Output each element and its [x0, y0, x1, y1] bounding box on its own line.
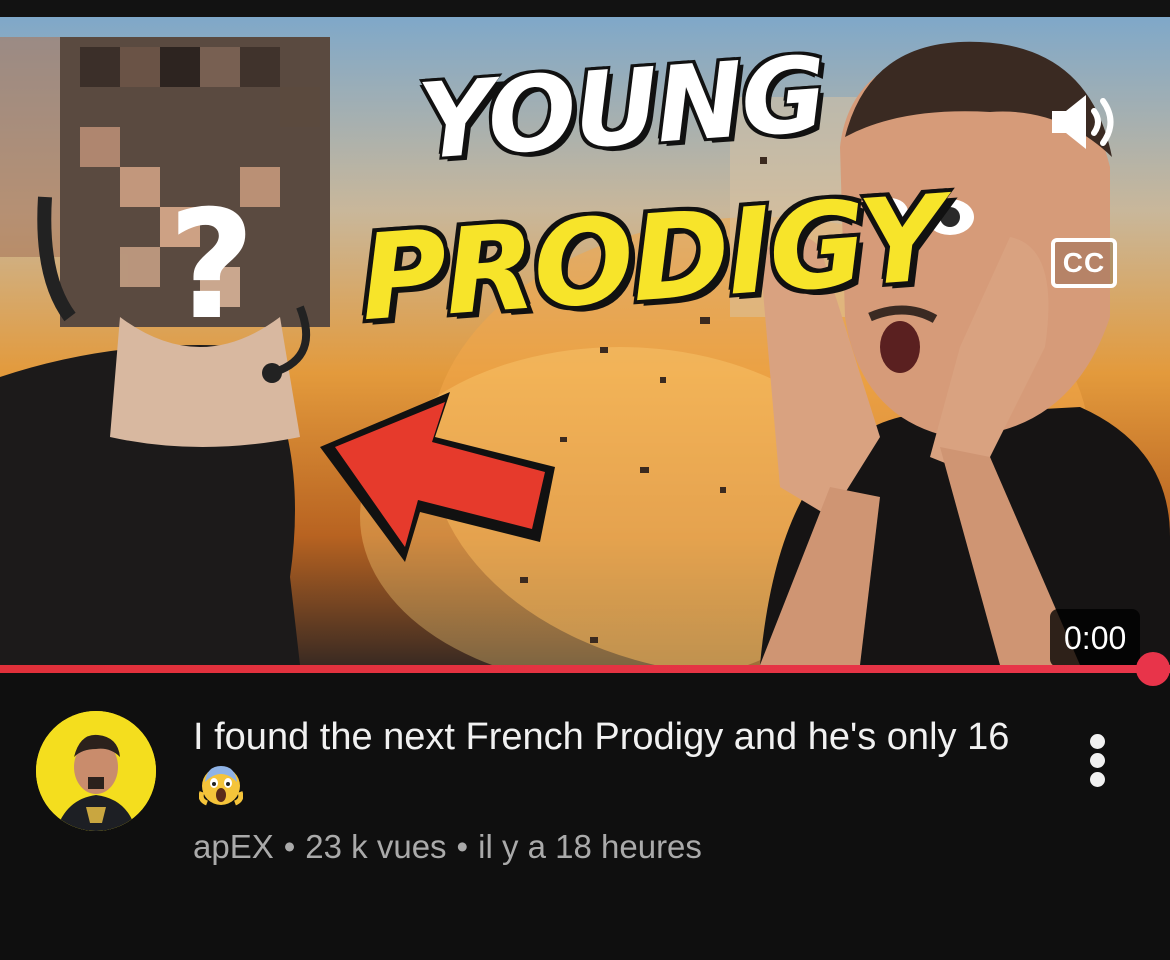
time-display: 0:00: [1050, 609, 1141, 665]
video-title[interactable]: I found the next French Prodigy and he's…: [193, 712, 1043, 812]
current-time: 0:00: [1064, 619, 1127, 656]
volume-high-icon[interactable]: [1048, 87, 1124, 157]
upload-age: il y a 18 heures: [478, 828, 702, 865]
more-options-button[interactable]: [1080, 730, 1116, 790]
video-title-text: I found the next French Prodigy and he's…: [193, 716, 1010, 758]
face-screaming-in-fear-emoji: [199, 766, 243, 806]
question-mark-overlay: ?: [168, 179, 255, 353]
more-vertical-icon-dot: [1090, 772, 1105, 787]
channel-avatar[interactable]: [36, 711, 156, 831]
video-player[interactable]: ? YOUNG PRODIGY CC 0:00: [0, 17, 1170, 665]
progress-bar-fill: [0, 665, 1170, 673]
progress-scrubber-handle[interactable]: [1136, 652, 1170, 686]
more-vertical-icon-dot: [1090, 734, 1105, 749]
view-count: 23 k vues: [305, 828, 447, 865]
meta-separator: •: [283, 828, 296, 865]
avatar-image: [36, 711, 156, 831]
video-meta: apEX • 23 k vues • il y a 18 heures: [193, 828, 702, 866]
status-bar: [0, 0, 1170, 17]
cc-label: CC: [1062, 247, 1106, 278]
meta-separator: •: [456, 828, 469, 865]
closed-captions-button[interactable]: CC: [1051, 238, 1117, 288]
channel-name[interactable]: apEX: [193, 828, 274, 865]
more-vertical-icon-dot: [1090, 753, 1105, 768]
progress-bar[interactable]: [0, 665, 1170, 673]
